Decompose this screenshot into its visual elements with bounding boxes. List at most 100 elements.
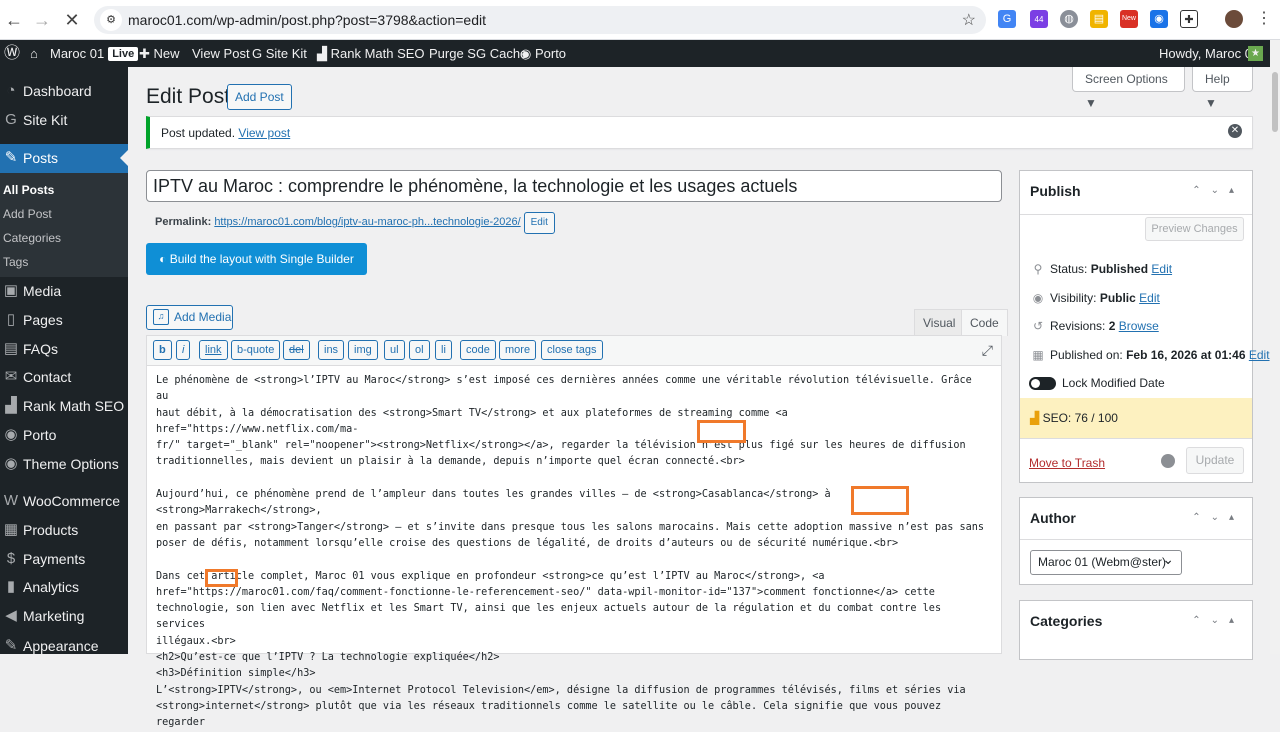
page-scrollbar[interactable] bbox=[1270, 40, 1280, 654]
help-button[interactable]: Help ▼ bbox=[1192, 67, 1253, 110]
box-controls-icon[interactable]: ⌃⌄▴ bbox=[1192, 512, 1244, 523]
edit-visibility-link[interactable]: Edit bbox=[1139, 291, 1160, 305]
address-bar[interactable]: ⚙ maroc01.com/wp-admin/post.php?post=379… bbox=[94, 6, 986, 34]
new-link[interactable]: ✚ New bbox=[139, 40, 180, 67]
submenu-all-posts[interactable]: All Posts bbox=[3, 182, 54, 198]
quicktag-ul[interactable]: ul bbox=[384, 340, 405, 360]
howdy-link[interactable]: Howdy, Maroc 01 bbox=[1159, 40, 1259, 67]
sidebar-label: Theme Options bbox=[23, 456, 119, 472]
seo-extension-icon[interactable]: ▤ bbox=[1090, 10, 1108, 28]
sidebar-item-products[interactable]: ▦ Products bbox=[0, 516, 128, 544]
sidebar-item-faqs[interactable]: ▤ FAQs bbox=[0, 335, 128, 363]
porto-link[interactable]: ◉ Porto bbox=[520, 40, 566, 67]
tab-visual[interactable]: Visual bbox=[914, 309, 965, 336]
sidebar-item-theme-options[interactable]: ◉ Theme Options bbox=[0, 450, 128, 478]
single-builder-button[interactable]: ◐ Build the layout with Single Builder bbox=[146, 243, 367, 275]
dismiss-icon[interactable]: ✕ bbox=[1228, 124, 1242, 138]
quicktag-del[interactable]: del bbox=[283, 340, 310, 360]
view-post-link[interactable]: View post bbox=[238, 126, 290, 140]
sidebar-item-contact[interactable]: ✉ Contact bbox=[0, 363, 128, 391]
view-post-link[interactable]: View Post bbox=[192, 40, 250, 67]
sidebar-item-rank-math[interactable]: ▟ Rank Math SEO bbox=[0, 392, 128, 420]
user-avatar[interactable]: ★ bbox=[1248, 46, 1263, 61]
edit-date-link[interactable]: Edit bbox=[1249, 348, 1270, 362]
browse-revisions-link[interactable]: Browse bbox=[1119, 319, 1159, 333]
fullscreen-icon[interactable]: ⤢ bbox=[982, 342, 993, 359]
stop-loading-icon[interactable]: ✕ bbox=[60, 8, 84, 32]
sidebar-item-appearance[interactable]: ✎ Appearance bbox=[0, 638, 128, 654]
new-extension-icon[interactable]: New bbox=[1120, 10, 1138, 28]
sidebar-item-posts[interactable]: ✎ Posts bbox=[0, 144, 128, 173]
submenu-categories[interactable]: Categories bbox=[3, 230, 61, 246]
sidebar-item-media[interactable]: ▣ Media bbox=[0, 277, 128, 305]
screen-options-button[interactable]: Screen Options ▼ bbox=[1072, 67, 1185, 110]
sidebar-item-analytics[interactable]: ▮ Analytics bbox=[0, 573, 128, 601]
add-media-button[interactable]: ♫ Add Media bbox=[146, 305, 233, 330]
quicktag-close-tags[interactable]: close tags bbox=[541, 340, 603, 360]
box-controls-icon[interactable]: ⌃⌄▴ bbox=[1192, 615, 1244, 626]
quicktag-more[interactable]: more bbox=[499, 340, 537, 360]
sidebar-label: Analytics bbox=[23, 579, 80, 595]
profile-avatar[interactable] bbox=[1225, 10, 1243, 28]
edit-permalink-button[interactable]: Edit bbox=[523, 212, 555, 234]
sidebar-item-porto[interactable]: ◉ Porto bbox=[0, 421, 128, 449]
sidebar-label: Rank Math SEO bbox=[23, 398, 125, 414]
bookmark-star-icon[interactable]: ☆ bbox=[962, 10, 976, 30]
back-icon[interactable]: ← bbox=[2, 8, 26, 32]
lock-modified-toggle[interactable] bbox=[1029, 377, 1056, 390]
forward-icon[interactable]: → bbox=[30, 8, 54, 32]
sidebar-item-marketing[interactable]: ◀ Marketing bbox=[0, 602, 128, 630]
site-kit-link[interactable]: G Site Kit bbox=[252, 40, 307, 67]
post-content-textarea[interactable]: Le phénomène de <strong>l’IPTV au Maroc<… bbox=[156, 373, 986, 732]
permalink-url[interactable]: https://maroc01.com/blog/iptv-au-maroc-p… bbox=[214, 216, 520, 228]
scrollbar-thumb[interactable] bbox=[1272, 72, 1278, 132]
status-value: Published bbox=[1090, 262, 1149, 276]
menu-kebab-icon[interactable]: ⋮ bbox=[1255, 10, 1273, 28]
quicktag-b[interactable]: b bbox=[153, 340, 172, 360]
move-to-trash-link[interactable]: Move to Trash bbox=[1029, 456, 1105, 470]
record-extension-icon[interactable]: ◉ bbox=[1150, 10, 1168, 28]
update-button[interactable]: Update bbox=[1186, 447, 1244, 474]
sidebar-item-site-kit[interactable]: G Site Kit bbox=[0, 106, 128, 134]
media-icon: ♫ bbox=[153, 309, 169, 325]
site-name-link[interactable]: Maroc 01 Live bbox=[50, 40, 139, 67]
quicktag-ins[interactable]: ins bbox=[318, 340, 345, 360]
sidebar-label: Dashboard bbox=[23, 83, 92, 99]
sidebar-item-pages[interactable]: ▯ Pages bbox=[0, 306, 128, 334]
tab-code[interactable]: Code bbox=[961, 309, 1008, 336]
sidebar-item-payments[interactable]: $ Payments bbox=[0, 545, 128, 573]
permalink-label: Permalink: bbox=[155, 216, 212, 228]
quicktag-code[interactable]: code bbox=[460, 340, 496, 360]
quicktag-bquote[interactable]: b-quote bbox=[231, 340, 281, 360]
site-info-icon[interactable]: ⚙ bbox=[100, 9, 122, 31]
submenu-tags[interactable]: Tags bbox=[3, 254, 28, 270]
page-title: Edit Post bbox=[146, 85, 231, 108]
add-post-button[interactable]: Add Post bbox=[227, 84, 292, 110]
sidebar-item-woocommerce[interactable]: W WooCommerce bbox=[0, 487, 128, 515]
purge-cache-link[interactable]: Purge SG Cache bbox=[429, 40, 527, 67]
submenu-add-post[interactable]: Add Post bbox=[3, 206, 52, 222]
edit-status-link[interactable]: Edit bbox=[1151, 262, 1172, 276]
quicktag-link[interactable]: link bbox=[199, 340, 228, 360]
divider bbox=[1020, 438, 1252, 439]
quicktag-ol[interactable]: ol bbox=[409, 340, 430, 360]
box-controls-icon[interactable]: ⌃⌄▴ bbox=[1192, 185, 1244, 196]
quicktag-li[interactable]: li bbox=[435, 340, 452, 360]
translate-extension-icon[interactable]: G bbox=[998, 10, 1016, 28]
plus-icon: ✚ bbox=[139, 46, 154, 61]
sidebar-item-dashboard[interactable]: ◔ Dashboard bbox=[0, 77, 128, 105]
quicktag-i[interactable]: i bbox=[176, 340, 191, 360]
wordpress-logo-icon[interactable]: Ⓦ bbox=[4, 40, 20, 67]
quicktag-img[interactable]: img bbox=[348, 340, 378, 360]
preview-changes-button[interactable]: Preview Changes bbox=[1145, 217, 1244, 241]
spinner-icon bbox=[1161, 454, 1175, 468]
extension-badge-icon[interactable]: 44 bbox=[1030, 10, 1048, 28]
globe-extension-icon[interactable]: ◍ bbox=[1060, 10, 1078, 28]
post-title-input[interactable]: IPTV au Maroc : comprendre le phénomène,… bbox=[146, 170, 1002, 202]
rank-math-link[interactable]: ▟ Rank Math SEO bbox=[317, 40, 425, 67]
home-icon[interactable]: ⌂ bbox=[30, 40, 38, 67]
live-badge: Live bbox=[108, 47, 139, 61]
megaphone-icon: ◀ bbox=[5, 607, 17, 624]
author-select[interactable]: Maroc 01 (Webm@ster) bbox=[1030, 548, 1182, 575]
extensions-puzzle-icon[interactable]: ✚ bbox=[1180, 10, 1198, 28]
